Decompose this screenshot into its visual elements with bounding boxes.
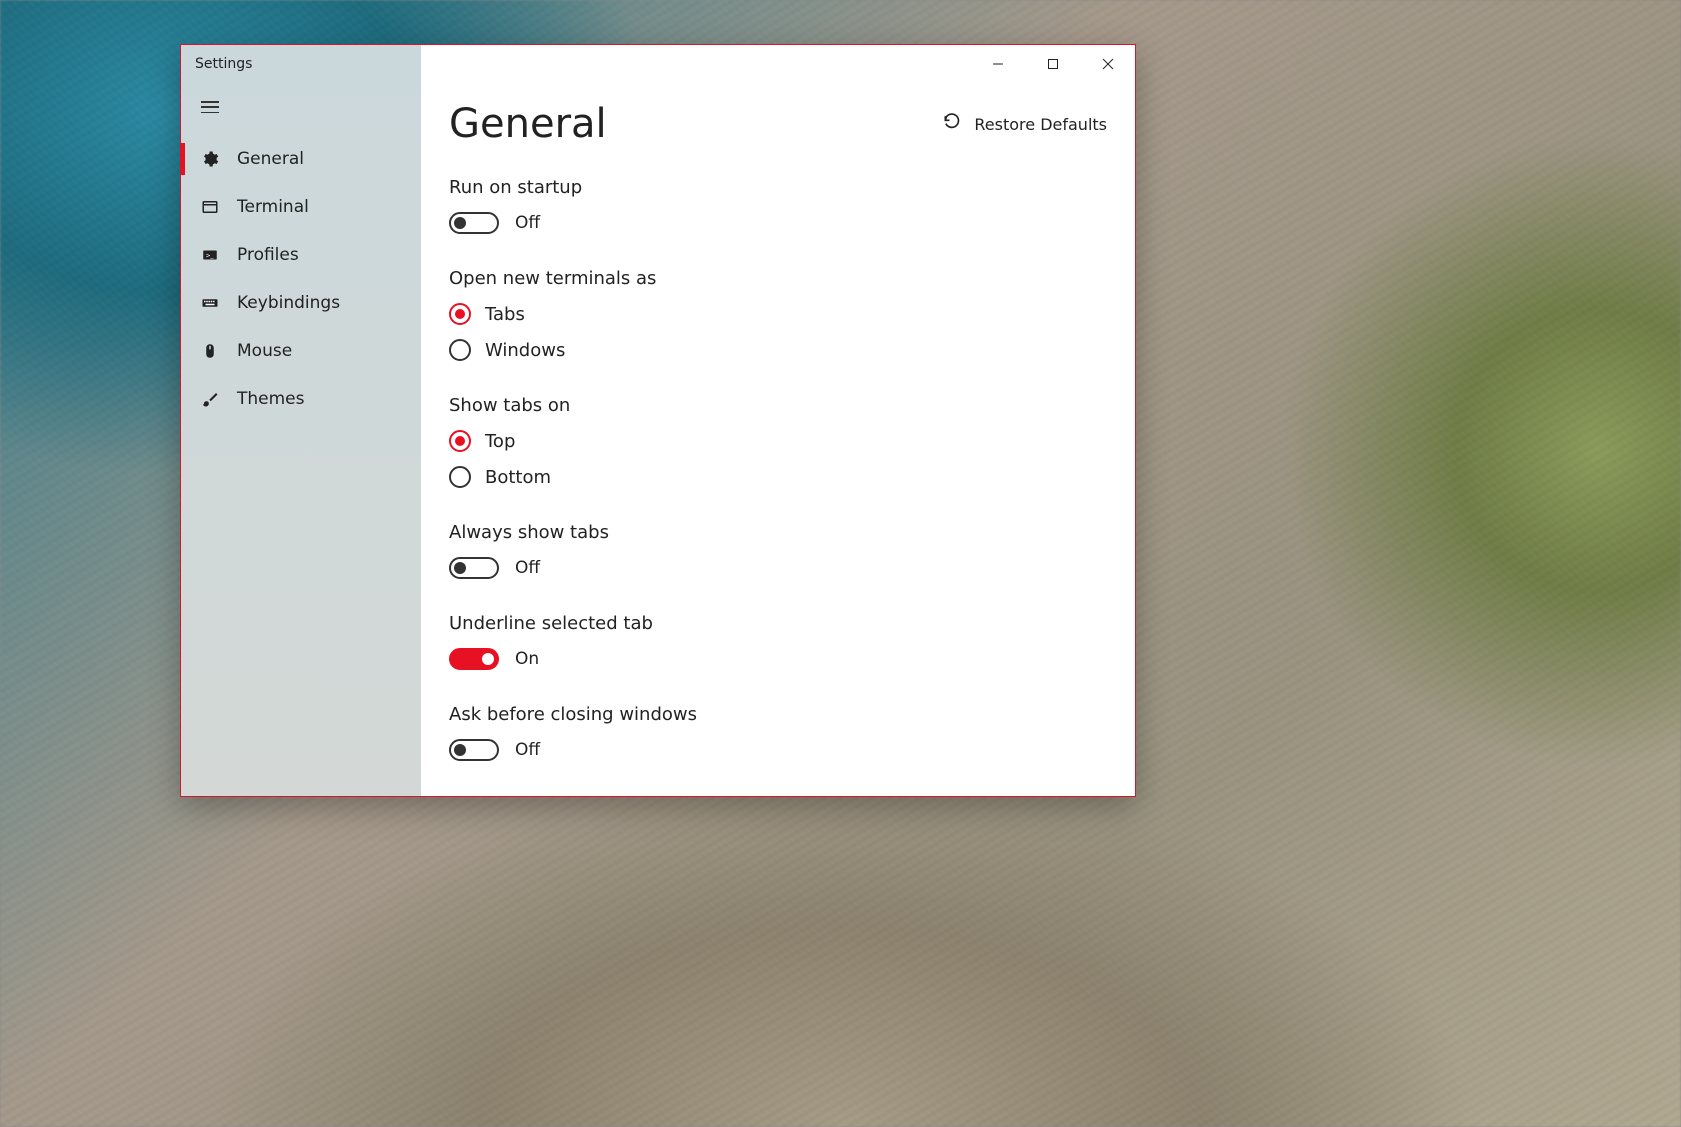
radio-label: Tabs [485,304,525,325]
minimize-icon [992,55,1004,74]
radio-label: Bottom [485,467,551,488]
setting-title: Ask before closing windows [449,704,1107,725]
toggle-state-label: On [515,649,539,669]
always-show-tabs-toggle[interactable] [449,557,499,579]
settings-window: Settings [180,44,1136,797]
window-icon [201,198,219,216]
sidebar-nav: General Terminal >_ Profiles [181,135,421,423]
setting-run-on-startup: Run on startup Off [449,177,1107,234]
toggle-state-label: Off [515,213,540,233]
sidebar: General Terminal >_ Profiles [181,45,421,796]
setting-title: Show tabs on [449,395,1107,416]
setting-show-tabs-on: Show tabs on Top Bottom [449,395,1107,488]
radio-option-bottom[interactable]: Bottom [449,466,1107,488]
close-button[interactable] [1080,45,1135,83]
radio-indicator [449,303,471,325]
underline-selected-tab-toggle[interactable] [449,648,499,670]
radio-option-tabs[interactable]: Tabs [449,303,1107,325]
setting-title: Open new terminals as [449,268,1107,289]
sidebar-item-themes[interactable]: Themes [181,375,421,423]
keyboard-icon [201,294,219,312]
titlebar: Settings [181,45,1135,83]
minimize-button[interactable] [970,45,1025,83]
content-pane: General Restore Defaults Run on startup … [421,83,1135,796]
sidebar-item-general[interactable]: General [181,135,421,183]
setting-always-show-tabs: Always show tabs Off [449,522,1107,579]
radio-label: Top [485,431,515,452]
svg-text:>_: >_ [206,252,215,259]
sidebar-item-profiles[interactable]: >_ Profiles [181,231,421,279]
close-icon [1102,55,1114,74]
restore-defaults-button[interactable]: Restore Defaults [942,112,1107,136]
radio-option-windows[interactable]: Windows [449,339,1107,361]
setting-open-new-terminals-as: Open new terminals as Tabs Windows [449,268,1107,361]
radio-indicator [449,430,471,452]
ask-before-closing-toggle[interactable] [449,739,499,761]
radio-indicator [449,466,471,488]
maximize-button[interactable] [1025,45,1080,83]
profiles-icon: >_ [201,246,219,264]
sidebar-item-label: General [237,149,304,169]
hamburger-icon [201,101,219,113]
sidebar-item-terminal[interactable]: Terminal [181,183,421,231]
setting-underline-selected-tab: Underline selected tab On [449,613,1107,670]
undo-icon [942,112,962,136]
radio-label: Windows [485,340,565,361]
sidebar-item-label: Mouse [237,341,292,361]
maximize-icon [1047,55,1059,74]
hamburger-button[interactable] [181,83,421,131]
gear-icon [201,150,219,168]
radio-option-top[interactable]: Top [449,430,1107,452]
sidebar-item-label: Terminal [237,197,309,217]
run-on-startup-toggle[interactable] [449,212,499,234]
setting-title: Always show tabs [449,522,1107,543]
setting-ask-before-closing-windows: Ask before closing windows Off [449,704,1107,761]
brush-icon [201,390,219,408]
page-title: General [449,101,607,147]
sidebar-item-keybindings[interactable]: Keybindings [181,279,421,327]
sidebar-item-label: Profiles [237,245,299,265]
setting-title: Underline selected tab [449,613,1107,634]
restore-defaults-label: Restore Defaults [974,115,1107,134]
toggle-state-label: Off [515,558,540,578]
setting-title: Run on startup [449,177,1107,198]
sidebar-item-label: Themes [237,389,305,409]
window-title: Settings [181,56,252,72]
sidebar-item-label: Keybindings [237,293,340,313]
toggle-state-label: Off [515,740,540,760]
mouse-icon [201,342,219,360]
radio-indicator [449,339,471,361]
sidebar-item-mouse[interactable]: Mouse [181,327,421,375]
